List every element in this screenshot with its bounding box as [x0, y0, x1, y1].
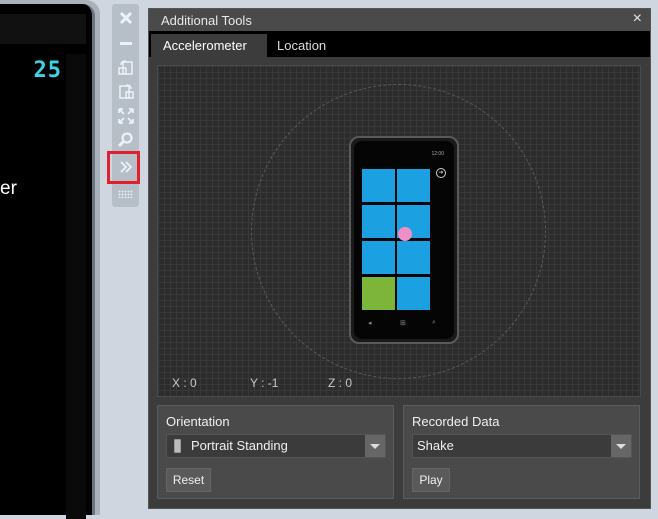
orientation-label: Orientation [166, 414, 230, 429]
x-readout: X : 0 [172, 376, 197, 390]
emulator-status-bar [0, 14, 86, 44]
emulator-partial-text: er [0, 178, 17, 199]
phone-nav-bar: ◂ ⊞ ⌕ [354, 319, 454, 331]
orientation-section: Orientation Portrait Standing Reset [157, 405, 394, 499]
panel-titlebar[interactable]: Additional Tools × [149, 9, 650, 31]
back-icon: ◂ [368, 320, 372, 327]
drag-handle-dot[interactable] [398, 227, 412, 241]
emulator-clock: 25 [33, 58, 62, 83]
additional-tools-panel: Additional Tools × Accelerometer Locatio… [148, 8, 651, 509]
start-tile [362, 277, 395, 310]
start-tile [362, 205, 395, 238]
play-button[interactable]: Play [412, 468, 450, 492]
start-tile [397, 277, 430, 310]
fit-to-screen-icon[interactable] [114, 105, 137, 127]
orientation-dropdown[interactable]: Portrait Standing [166, 434, 386, 458]
start-tile [362, 169, 395, 202]
phone-icon [174, 439, 181, 453]
z-readout: Z : 0 [328, 376, 353, 390]
toolbar-grip-icon[interactable] [118, 190, 133, 198]
start-tile [362, 241, 395, 274]
rotate-right-icon[interactable] [114, 80, 137, 102]
close-icon[interactable] [114, 7, 137, 29]
zoom-icon[interactable] [114, 129, 137, 151]
minimize-icon[interactable] [114, 32, 137, 54]
chevron-down-icon[interactable] [611, 435, 631, 457]
recorded-data-section: Recorded Data Shake Play [403, 405, 640, 499]
recorded-data-label: Recorded Data [412, 414, 500, 429]
tab-bar: Accelerometer Location [149, 31, 650, 57]
arrow-right-icon: ➔ [436, 168, 446, 178]
phone-model[interactable]: 12:00 ➔ ◂ ⊞ ⌕ [349, 136, 459, 344]
emulator-screen[interactable]: 25 er [0, 4, 95, 519]
phone-time: 12:00 [431, 151, 444, 157]
accelerometer-canvas[interactable]: 12:00 ➔ ◂ ⊞ ⌕ X : 0 Y : -1 Z : 0 [157, 65, 641, 397]
search-icon: ⌕ [432, 319, 436, 326]
reset-button[interactable]: Reset [166, 468, 211, 492]
phone-screen: 12:00 ➔ ◂ ⊞ ⌕ [354, 141, 454, 339]
close-icon[interactable]: × [633, 10, 642, 28]
panel-title: Additional Tools [161, 13, 252, 28]
tab-location[interactable]: Location [265, 34, 338, 57]
y-readout: Y : -1 [250, 376, 279, 390]
recorded-data-value: Shake [417, 438, 454, 453]
emulator-frame: 25 er [0, 0, 100, 519]
start-tile [397, 241, 430, 274]
tab-accelerometer[interactable]: Accelerometer [151, 34, 267, 57]
emulator-screen-edge [66, 54, 86, 519]
chevron-down-icon[interactable] [365, 435, 385, 457]
emulator-toolbar [107, 4, 140, 207]
rotate-left-icon[interactable] [114, 56, 137, 78]
highlight-box [107, 151, 140, 184]
recorded-data-dropdown[interactable]: Shake [412, 434, 632, 458]
windows-icon: ⊞ [400, 320, 406, 327]
start-tile [397, 169, 430, 202]
orientation-value: Portrait Standing [191, 438, 288, 453]
